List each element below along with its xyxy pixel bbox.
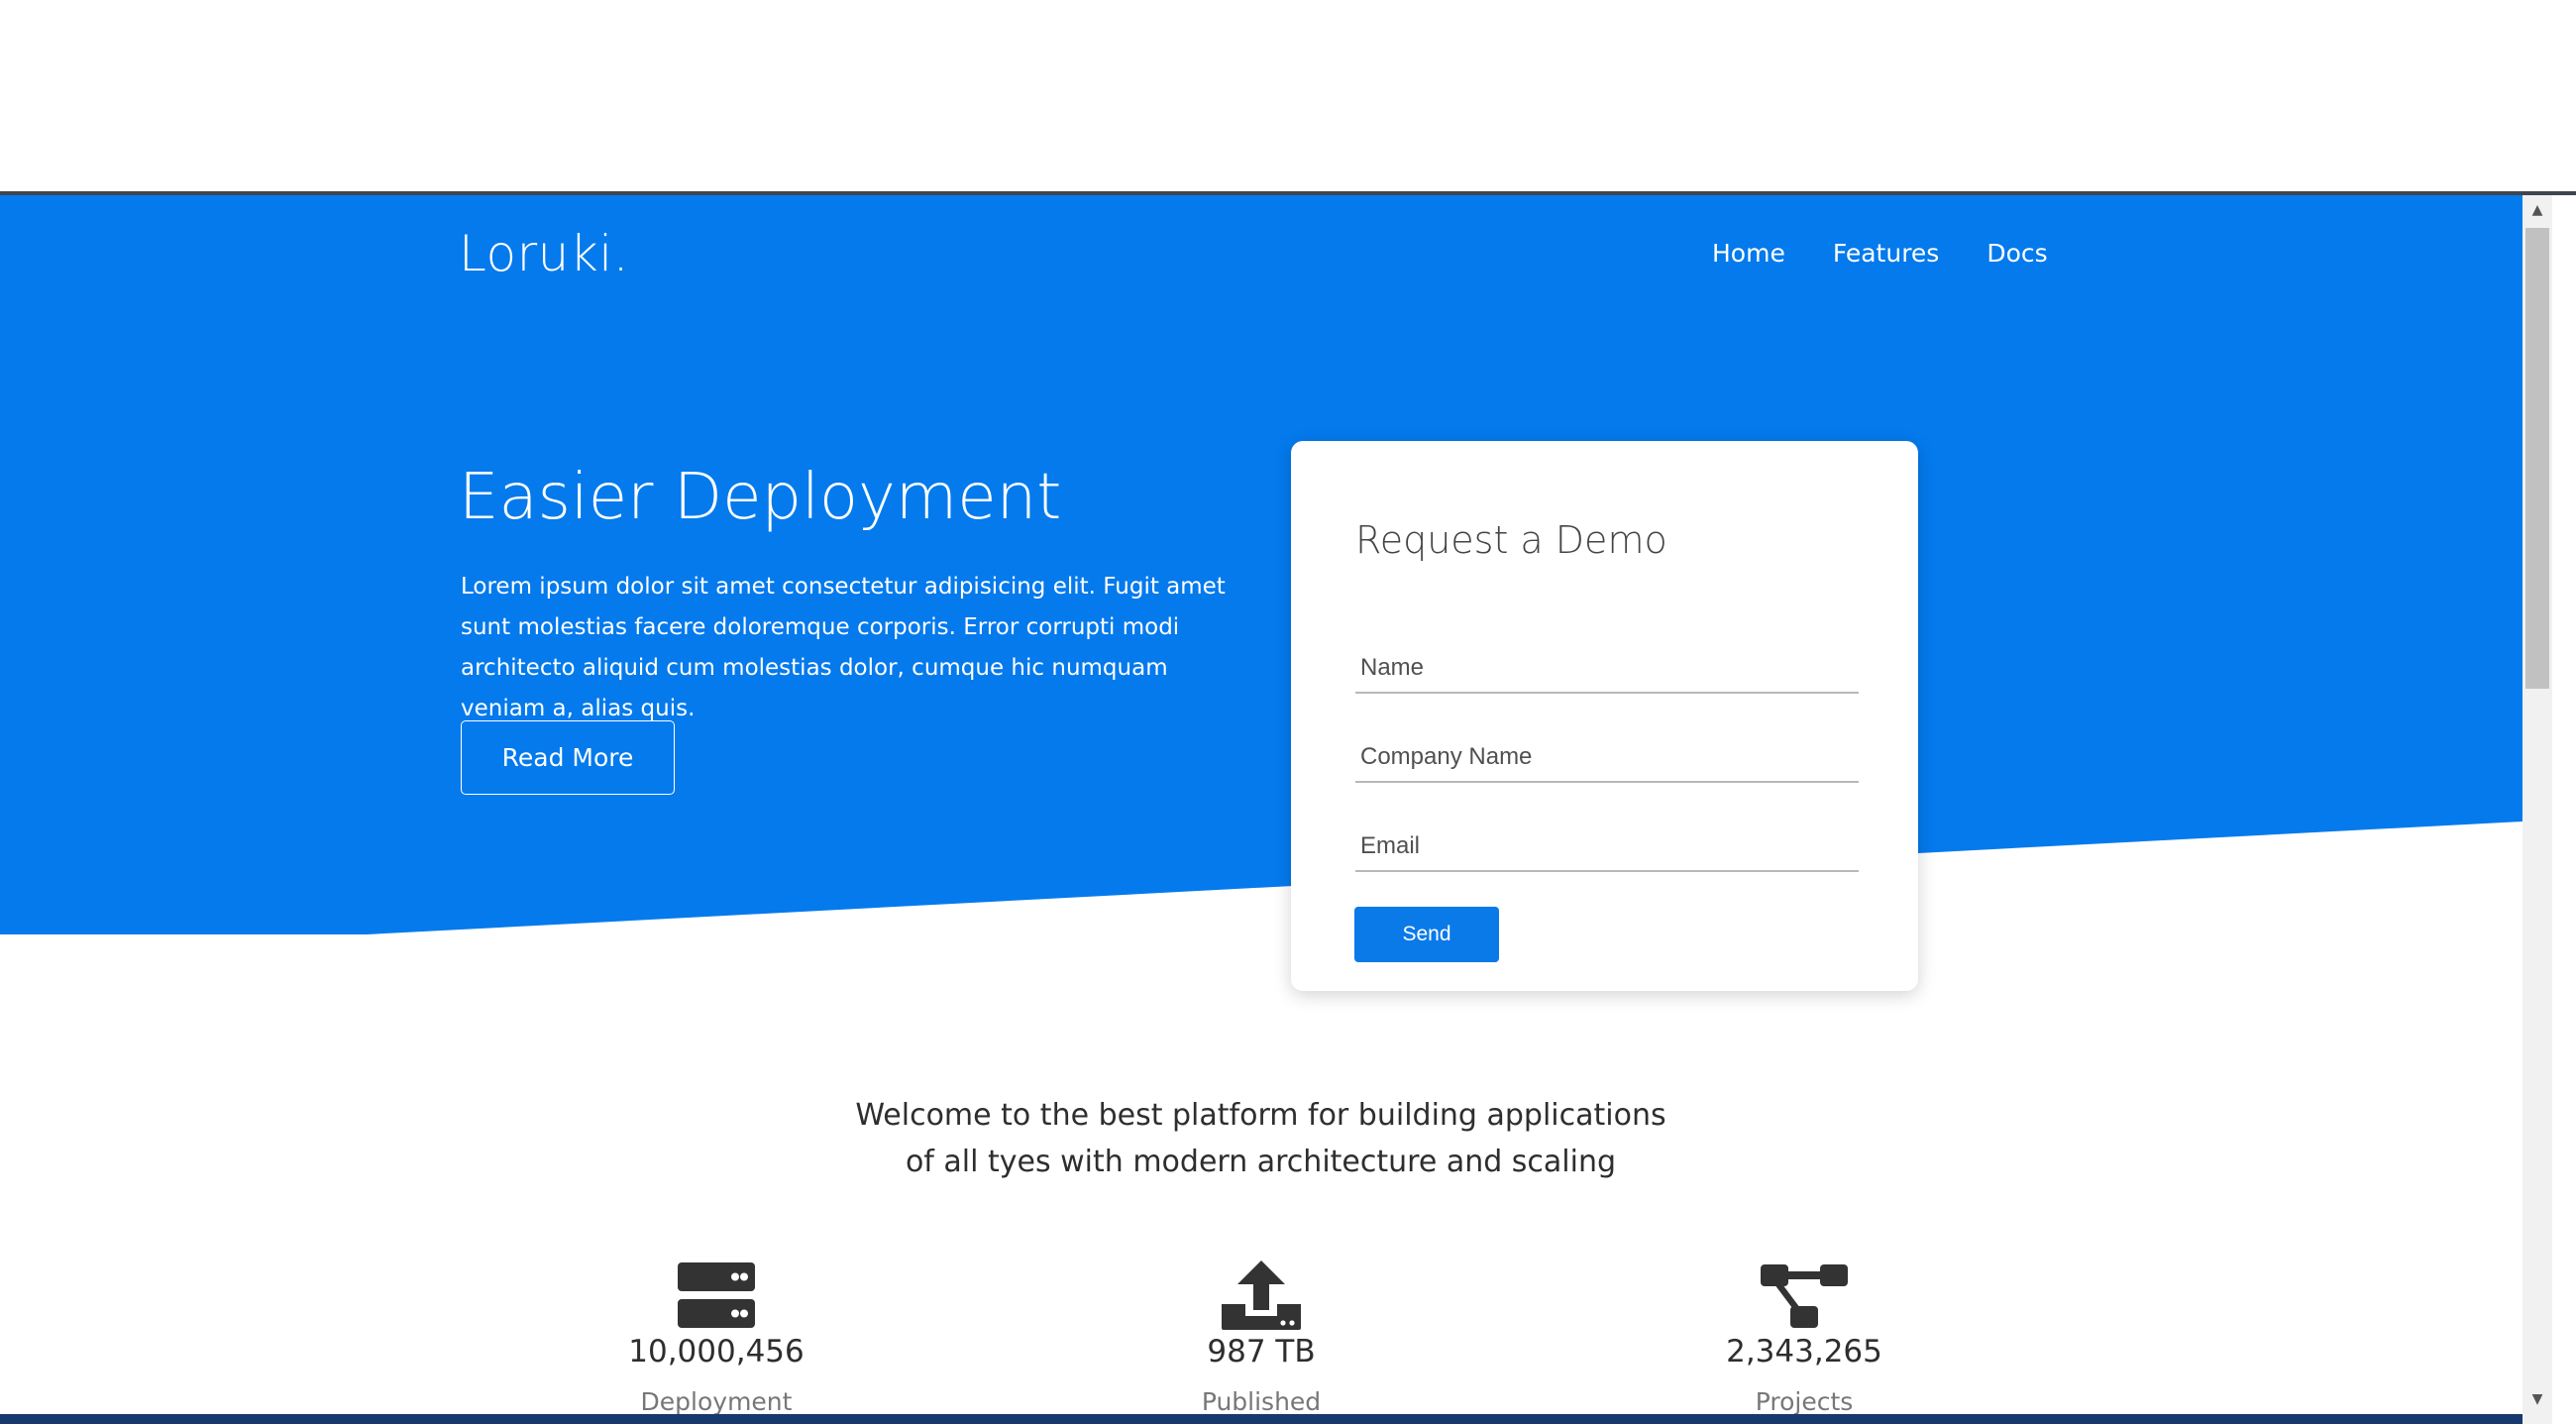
stat-deployment: 10,000,456 Deployment (568, 1260, 865, 1414)
name-field[interactable] (1355, 644, 1859, 694)
scroll-up-arrow-icon[interactable]: ▲ (2522, 195, 2552, 225)
server-icon (678, 1262, 755, 1328)
hero-background (0, 195, 2522, 934)
request-demo-card: Request a Demo Send (1291, 441, 1918, 991)
email-field[interactable] (1355, 822, 1859, 872)
stat-value: 10,000,456 (628, 1334, 805, 1369)
welcome-text: Welcome to the best platform for buildin… (855, 1098, 1666, 1179)
stat-label: Projects (1755, 1387, 1854, 1414)
scroll-down-arrow-icon[interactable]: ▼ (2522, 1384, 2552, 1414)
main-nav: Home Features Docs (1712, 239, 2048, 268)
brand-logo[interactable]: Loruki. (459, 225, 629, 282)
page-viewport: Loruki. Home Features Docs Easier Deploy… (0, 195, 2522, 1414)
read-more-button[interactable]: Read More (461, 720, 675, 795)
stat-label: Deployment (640, 1387, 793, 1414)
nav-home-link[interactable]: Home (1712, 239, 1785, 268)
project-diagram-icon (1761, 1264, 1848, 1328)
stat-projects: 2,343,265 Projects (1656, 1260, 1953, 1414)
send-button[interactable]: Send (1354, 907, 1499, 962)
nav-features-link[interactable]: Features (1833, 239, 1940, 268)
bottom-edge-bar (0, 1414, 2522, 1424)
stat-value: 987 TB (1207, 1334, 1316, 1369)
company-name-field[interactable] (1355, 733, 1859, 783)
hero-title: Easier Deployment (459, 461, 1062, 534)
nav-docs-link[interactable]: Docs (1986, 239, 2047, 268)
hero-description: Lorem ipsum dolor sit amet consectetur a… (461, 574, 1226, 721)
vertical-scrollbar[interactable]: ▲ ▼ (2522, 195, 2552, 1424)
right-gutter (2552, 195, 2576, 1424)
stat-published: 987 TB Published (1113, 1260, 1410, 1414)
page-top-blank-area (0, 0, 2576, 193)
scroll-thumb[interactable] (2525, 228, 2549, 689)
stat-value: 2,343,265 (1726, 1334, 1882, 1369)
request-demo-title: Request a Demo (1355, 518, 1667, 562)
upload-icon (1222, 1260, 1301, 1330)
stat-label: Published (1201, 1387, 1322, 1414)
